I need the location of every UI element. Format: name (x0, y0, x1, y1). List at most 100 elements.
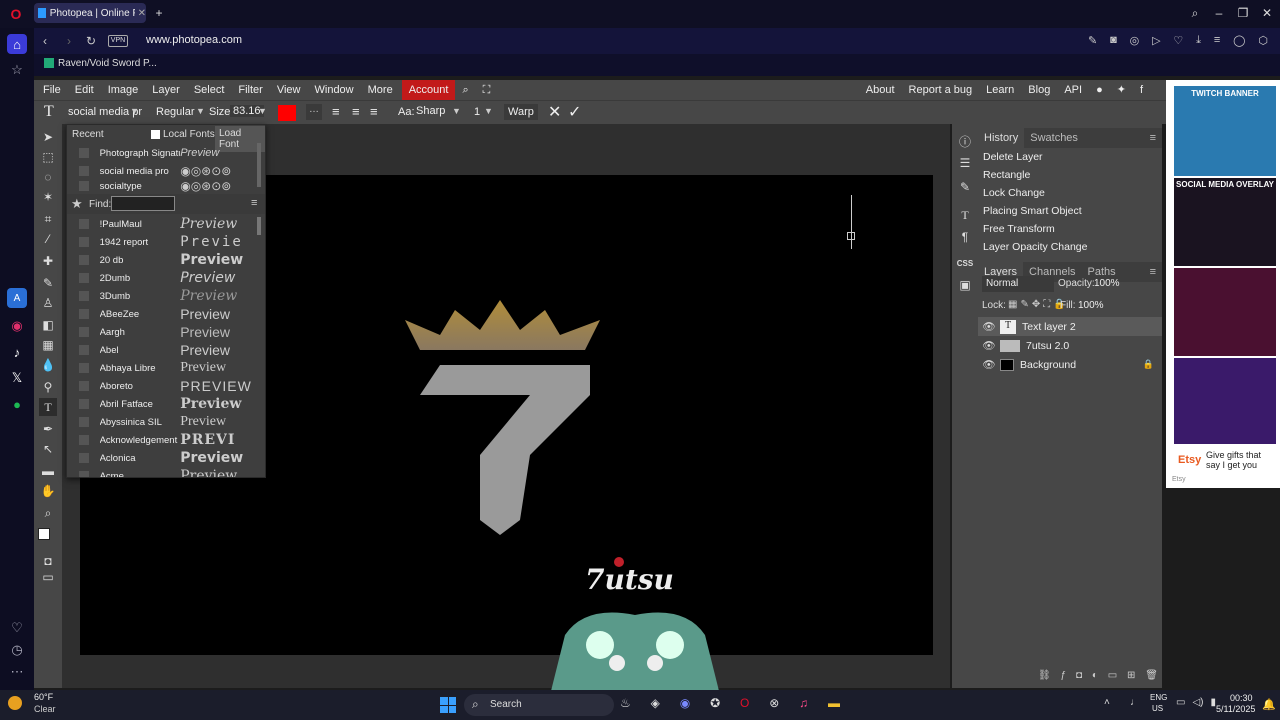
eye-icon[interactable]: 👁 (978, 358, 1000, 371)
effects-icon[interactable]: ƒ (1061, 670, 1067, 684)
history-item[interactable]: Free Transform (978, 220, 1162, 238)
font-checkbox[interactable] (79, 345, 89, 355)
warp-button[interactable]: Warp (504, 104, 538, 120)
xbox-icon[interactable]: ⊗ (769, 696, 779, 714)
font-list-scrollbar[interactable] (257, 217, 261, 235)
history-item[interactable]: Delete Layer (978, 148, 1162, 166)
opera-logo-icon[interactable]: O (8, 6, 24, 22)
adjustment-icon[interactable]: ◐ (1092, 670, 1098, 684)
recent-font-item[interactable]: Photograph Signatu Preview (67, 144, 257, 162)
menu-report-bug[interactable]: Report a bug (902, 80, 980, 100)
font-search-input[interactable] (111, 196, 175, 211)
tab-history[interactable]: History (978, 128, 1025, 148)
font-checkbox[interactable] (79, 399, 89, 409)
screen-mode-icon[interactable]: ▭ (39, 568, 57, 586)
transform-handle[interactable] (847, 232, 855, 240)
css-icon[interactable]: CSS (956, 254, 974, 272)
more-icon[interactable]: ⋯ (7, 662, 27, 682)
healing-brush-icon[interactable]: ✚ (39, 252, 57, 270)
eye-icon[interactable]: 👁 (978, 339, 1000, 352)
play-icon[interactable]: ▷ (1152, 34, 1160, 48)
layer-row[interactable]: 👁 Background 🔒 (978, 355, 1162, 374)
zoom-tool-icon[interactable]: ⌕ (39, 504, 57, 522)
menu-layer[interactable]: Layer (145, 80, 187, 100)
shape-tool-icon[interactable]: ▬ (39, 462, 57, 480)
music-icon[interactable]: ♫ (799, 696, 808, 714)
marquee-tool-icon[interactable]: ⬚ (39, 148, 57, 166)
lang-1[interactable]: ENG (1150, 693, 1167, 702)
close-window-icon[interactable]: ✕ (1260, 6, 1274, 20)
font-checkbox[interactable] (79, 219, 89, 229)
text-color-swatch[interactable] (278, 105, 296, 121)
back-icon[interactable]: ‹ (38, 34, 52, 48)
font-list-item[interactable]: 2Dumb Preview (67, 269, 257, 287)
mask-icon[interactable]: ◘ (1076, 670, 1082, 684)
epic-icon[interactable]: ◈ (651, 696, 660, 714)
heart-icon[interactable]: ♡ (1173, 34, 1183, 48)
font-checkbox[interactable] (79, 166, 89, 176)
folder-icon[interactable]: ▭ (1108, 670, 1117, 684)
tray-chevron-icon[interactable]: ˄ (1104, 697, 1110, 708)
font-checkbox[interactable] (79, 273, 89, 283)
align-left-icon[interactable]: ≡ (332, 104, 340, 119)
minimize-icon[interactable]: – (1212, 6, 1226, 20)
history-item[interactable]: Lock Change (978, 184, 1162, 202)
blend-mode-select[interactable]: Normal (982, 276, 1054, 292)
font-list-item[interactable]: 3Dumb Preview (67, 287, 257, 305)
history-clock-icon[interactable]: ◷ (7, 640, 27, 660)
clone-stamp-icon[interactable]: ♙ (39, 294, 57, 312)
new-tab-icon[interactable]: + (152, 6, 166, 20)
restore-icon[interactable]: ❐ (1236, 6, 1250, 20)
hand-tool-icon[interactable]: ✋ (39, 482, 57, 500)
font-dropdown-icon[interactable]: ▼ (130, 106, 139, 116)
font-checkbox[interactable] (79, 327, 89, 337)
font-checkbox[interactable] (79, 417, 89, 427)
instagram-icon[interactable]: ◉ (7, 316, 27, 336)
box-icon[interactable]: ⬡ (1258, 34, 1268, 48)
paragraph-icon[interactable]: ¶ (956, 228, 974, 246)
font-list-item[interactable]: Aboreto PREVIEW (67, 377, 257, 395)
ad-panel[interactable]: TWITCH BANNER SOCIAL MEDIA OVERLAY Etsy … (1166, 80, 1280, 488)
download-icon[interactable]: ⤓ (1196, 34, 1201, 48)
font-checkbox[interactable] (79, 291, 89, 301)
twitter-icon[interactable]: ✦ (1110, 80, 1133, 100)
aria-icon[interactable]: A (7, 288, 27, 308)
menu-filter[interactable]: Filter (231, 80, 269, 100)
link-icon[interactable]: ⛓ (1038, 670, 1051, 684)
font-checkbox[interactable] (79, 435, 89, 445)
eraser-icon[interactable]: ◧ (39, 316, 57, 334)
style-dropdown-icon[interactable]: ▼ (196, 106, 205, 116)
weather-temp[interactable]: 60°F (34, 692, 53, 702)
move-tool-icon[interactable]: ➤ (39, 128, 57, 146)
start-windows-icon[interactable] (440, 697, 456, 713)
menu-icon[interactable]: ≡ (1214, 34, 1220, 48)
menu-edit[interactable]: Edit (68, 80, 101, 100)
forward-icon[interactable]: › (62, 34, 76, 48)
microphone-icon[interactable]: ♩ (1130, 697, 1140, 708)
shield-icon[interactable]: ◎ (1130, 34, 1140, 48)
menu-file[interactable]: File (36, 80, 68, 100)
tab-swatches[interactable]: Swatches (1024, 132, 1084, 144)
dodge-tool-icon[interactable]: ⚲ (39, 378, 57, 396)
size-dropdown-icon[interactable]: ▼ (258, 106, 267, 116)
brush-tool-icon[interactable]: ✎ (39, 274, 57, 292)
close-tab-icon[interactable]: ✕ (138, 8, 146, 19)
crop-tool-icon[interactable]: ⌗ (39, 210, 57, 228)
camera-icon[interactable]: ◙ (1110, 34, 1117, 48)
font-list-item[interactable]: Aclonica Preview (67, 449, 257, 467)
history-item[interactable]: Layer Opacity Change (978, 238, 1162, 256)
antialias-select[interactable]: Sharp (416, 105, 445, 117)
type-tool-icon[interactable]: T (39, 398, 57, 416)
profile-icon[interactable]: ◯ (1233, 34, 1245, 48)
foreground-color-swatch[interactable] (38, 528, 50, 540)
reddit-icon[interactable]: ● (1089, 80, 1110, 100)
leading-select[interactable]: 1 (474, 106, 480, 118)
tab-paths[interactable]: Paths (1082, 266, 1122, 278)
font-list-item[interactable]: Aargh Preview (67, 323, 257, 341)
antialias-dropdown-icon[interactable]: ▼ (452, 106, 461, 116)
font-checkbox[interactable] (79, 309, 89, 319)
menu-more[interactable]: More (361, 80, 400, 100)
edit-icon[interactable]: ✎ (1088, 34, 1097, 48)
align-right-icon[interactable]: ≡ (370, 104, 378, 119)
recent-scrollbar[interactable] (257, 143, 261, 187)
